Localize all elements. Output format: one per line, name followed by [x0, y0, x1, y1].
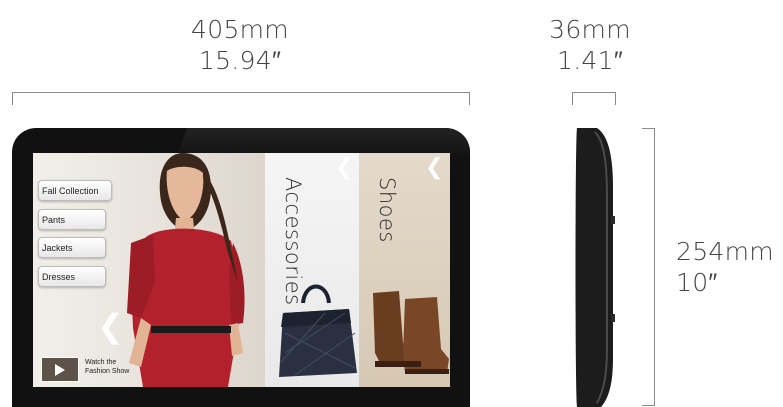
width-metric: 405mm — [191, 15, 289, 44]
depth-imperial: 1.41″ — [556, 46, 623, 75]
menu-item-fall-collection[interactable]: Fall Collection — [38, 180, 112, 201]
watch-label-line2: Fashion Show — [85, 368, 130, 375]
menu-item-dresses[interactable]: Dresses — [38, 266, 106, 287]
shoes-panel[interactable]: ❮ Shoes — [359, 153, 450, 387]
width-dimension-label: 405mm 15.94″ — [170, 14, 310, 76]
depth-metric: 36mm — [549, 15, 631, 44]
handbag-image — [279, 284, 357, 377]
play-icon — [55, 364, 65, 376]
depth-dimension-label: 36mm 1.41″ — [540, 14, 640, 76]
width-imperial: 15.94″ — [198, 46, 282, 75]
boots-image — [373, 291, 449, 374]
tablet-side-profile — [575, 128, 615, 407]
tablet-screen: Fall Collection Pants Jackets Dresses ❮ … — [33, 153, 450, 387]
height-bracket — [642, 128, 655, 406]
bezel-gloss — [176, 128, 470, 156]
fashion-panel: Fall Collection Pants Jackets Dresses ❮ … — [33, 153, 265, 387]
menu-item-jackets[interactable]: Jackets — [38, 237, 106, 258]
width-bracket — [12, 92, 470, 105]
height-imperial: 10″ — [676, 268, 718, 297]
depth-bracket — [572, 92, 616, 105]
menu-item-pants[interactable]: Pants — [38, 209, 106, 230]
height-dimension-label: 254mm 10″ — [676, 236, 781, 298]
watch-label-line1: Watch the — [85, 359, 117, 366]
watch-fashion-show-link[interactable]: Watch the Fashion Show — [41, 357, 141, 382]
chevron-left-icon[interactable]: ❮ — [97, 307, 124, 345]
accessories-panel[interactable]: ❮ Accessories — [265, 153, 359, 387]
video-thumbnail — [41, 357, 79, 382]
height-metric: 254mm — [676, 237, 774, 266]
